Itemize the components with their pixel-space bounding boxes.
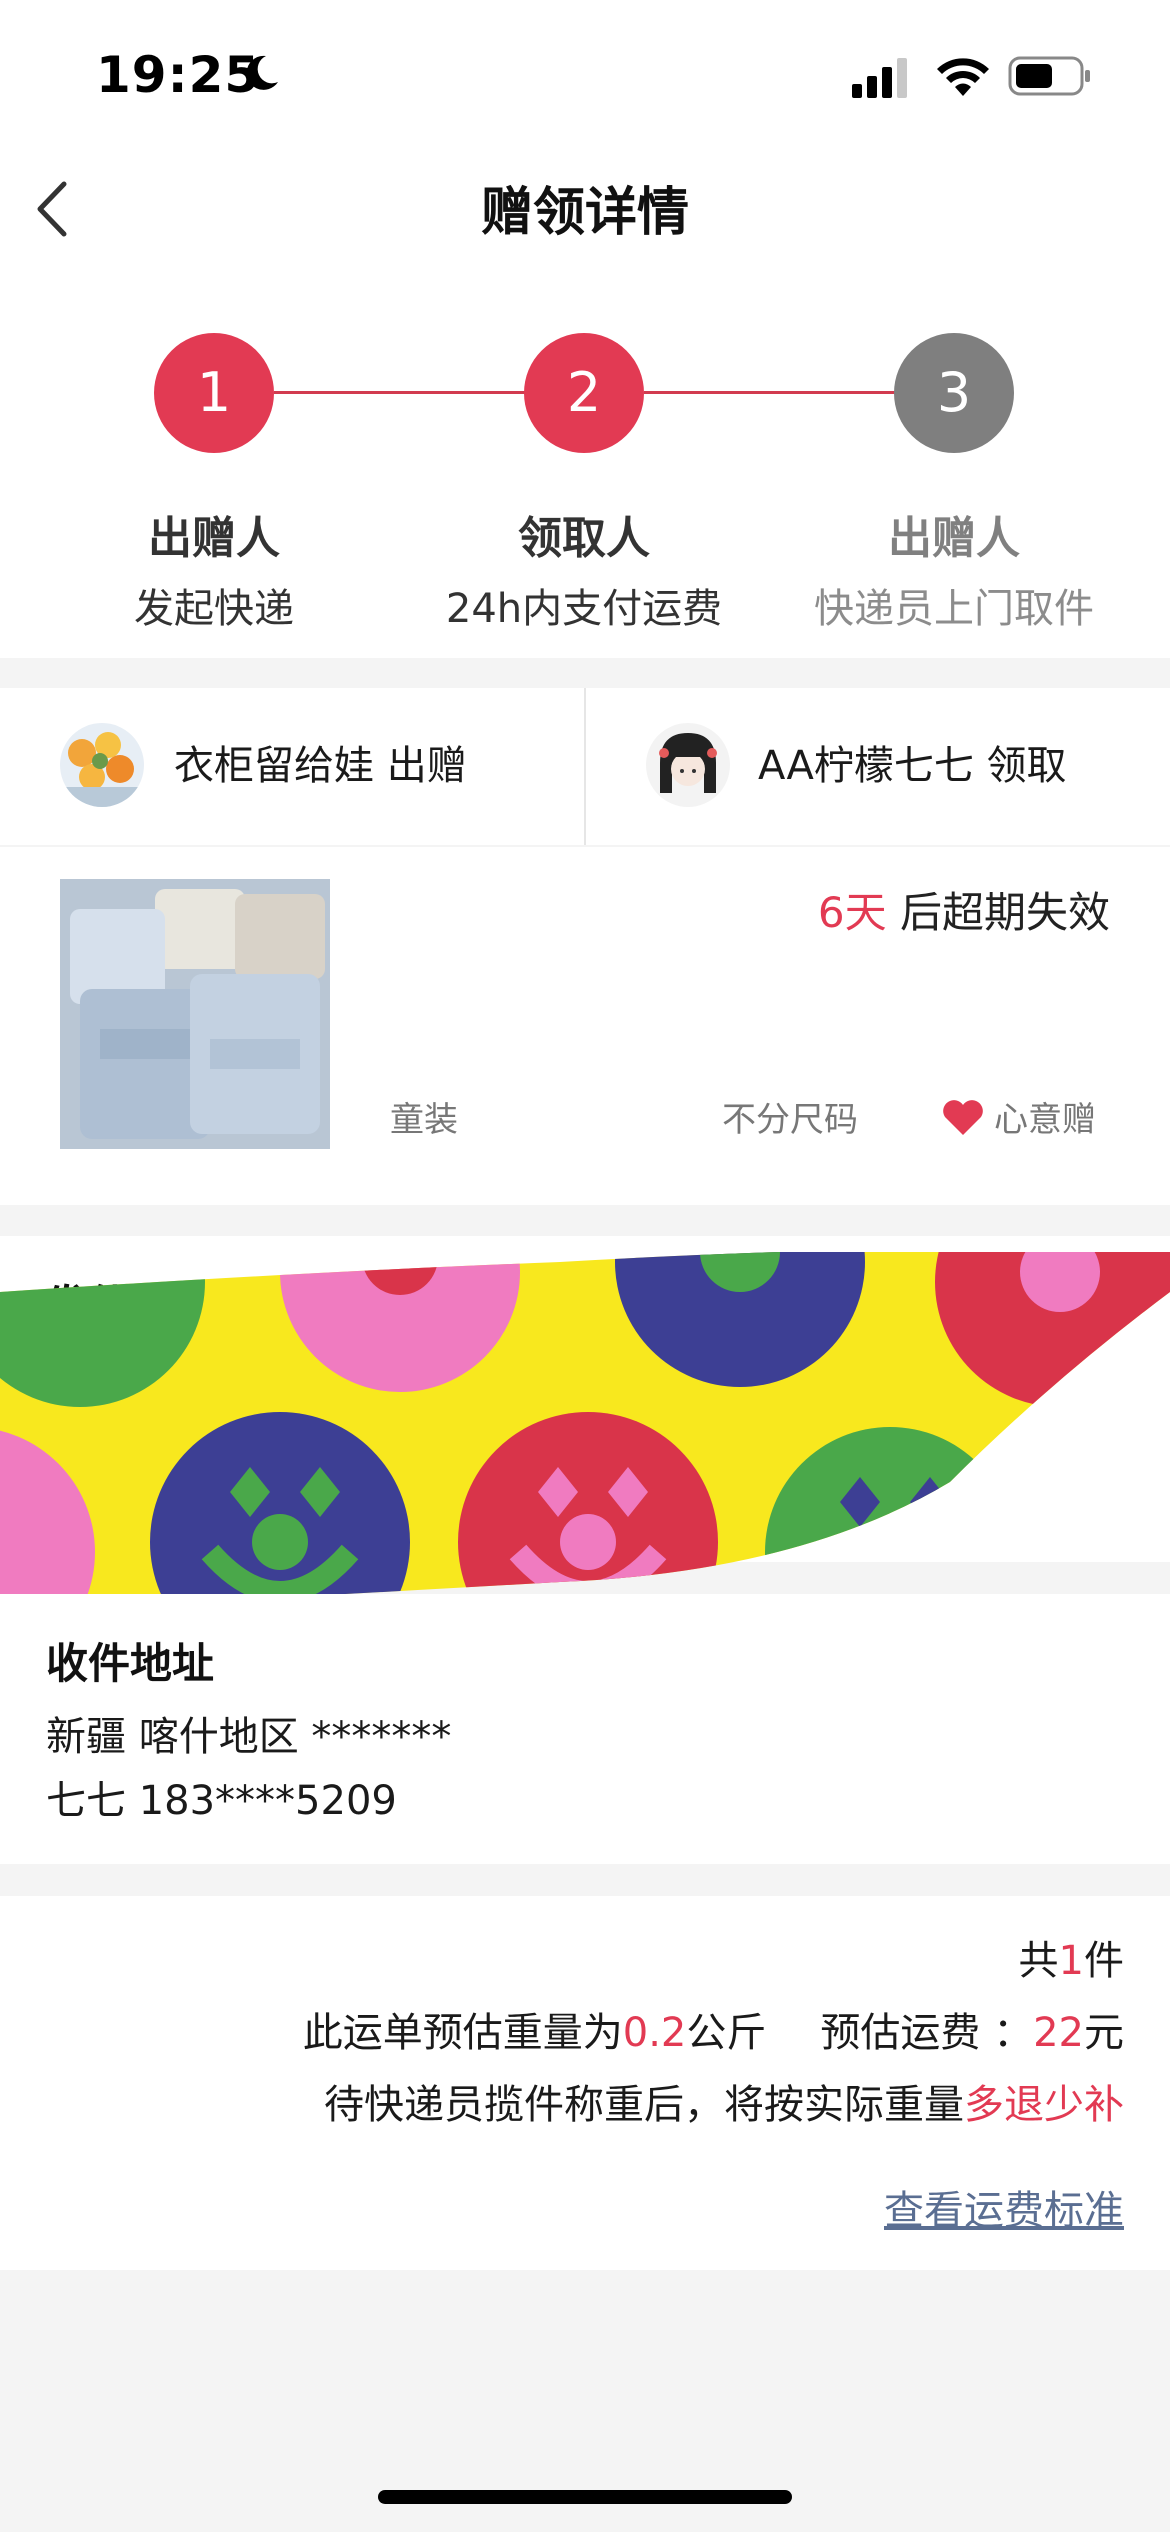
weight-unit: 公斤: [686, 2010, 767, 2056]
fee-value: 22: [1033, 2010, 1084, 2056]
participants-row: 衣柜留给娃 出赠 AA柠檬七七 领取: [0, 688, 1170, 845]
divider: [584, 688, 586, 845]
status-time: 19:25: [96, 46, 261, 104]
step-1-badge: 1: [154, 333, 274, 453]
receiver-address-card: 收件地址 新疆 喀什地区 ******* 七七 183****5209: [0, 1594, 1170, 1864]
receiver-address-title: 收件地址: [46, 1639, 215, 1688]
receiver-avatar[interactable]: [646, 723, 730, 807]
step-2-title: 领取人: [518, 513, 650, 564]
step-connector: [274, 391, 528, 394]
note-prefix: 待快递员揽件称重后，将按实际重量: [324, 2082, 964, 2128]
receiver-address-region: 新疆 喀什地区 *******: [46, 1714, 452, 1760]
gift-type: 心意赠: [994, 1100, 1096, 1140]
settlement-note: 待快递员揽件称重后，将按实际重量多退少补: [324, 2072, 1124, 2130]
item-size: 不分尺码: [722, 1100, 858, 1140]
receiver-name: AA柠檬七七 领取: [758, 743, 1067, 789]
wifi-icon: [937, 58, 989, 96]
nav-bar: 赠领详情: [0, 150, 1170, 300]
status-bar: 19:25: [0, 0, 1170, 150]
expire-days: 6天: [817, 888, 887, 937]
step-1-subtitle: 发起快递: [134, 586, 294, 632]
note-highlight: 多退少补: [964, 2082, 1124, 2128]
smiley-sticker-overlay: [0, 1252, 1170, 1613]
giver-avatar[interactable]: [60, 723, 144, 807]
fee-label: 预估运费 ：: [820, 2010, 1034, 2056]
step-3-title: 出赠人: [888, 513, 1020, 564]
item-photo[interactable]: [60, 879, 330, 1149]
weight-fee-line: 此运单预估重量为0.2公斤 预估运费 ：22元: [303, 2000, 1124, 2058]
weight-prefix: 此运单预估重量为: [302, 2010, 623, 2056]
item-count: 共1件: [1019, 1928, 1124, 1986]
cellular-signal-icon: [852, 58, 907, 98]
step-connector: [644, 391, 898, 394]
progress-steps: 1 2 3 出赠人 领取人 出赠人 发起快递 24h内支付运费 快递员上门取件: [0, 300, 1170, 658]
weight-value: 0.2: [622, 2010, 687, 2056]
step-3-badge: 3: [894, 333, 1014, 453]
count-suffix: 件: [1084, 1938, 1124, 1984]
home-indicator: [378, 2490, 792, 2504]
page-title: 赠领详情: [480, 183, 689, 243]
moon-icon: [246, 55, 278, 90]
item-category: 童装: [390, 1100, 458, 1140]
expire-suffix: 后超期失效: [886, 888, 1110, 937]
step-2-badge: 2: [524, 333, 644, 453]
fee-standard-link[interactable]: 查看运费标准: [884, 2178, 1124, 2236]
fee-unit: 元: [1084, 2010, 1124, 2056]
receiver-contact: 七七 183****5209: [46, 1778, 397, 1824]
shipping-fee-card: 共1件 此运单预估重量为0.2公斤 预估运费 ：22元 待快递员揽件称重后，将按实…: [0, 1896, 1170, 2270]
step-2-subtitle: 24h内支付运费: [445, 586, 723, 632]
giver-name: 衣柜留给娃 出赠: [174, 743, 467, 789]
battery-icon: [1008, 56, 1090, 96]
step-3-subtitle: 快递员上门取件: [814, 586, 1094, 632]
item-card[interactable]: 6天 后超期失效 童装 不分尺码 心意赠: [0, 847, 1170, 1205]
count-value: 1: [1058, 1938, 1084, 1984]
count-prefix: 共: [1018, 1938, 1059, 1984]
step-1-title: 出赠人: [148, 513, 280, 564]
expire-notice: 6天 后超期失效: [818, 879, 1110, 940]
heart-icon: [943, 1100, 983, 1135]
